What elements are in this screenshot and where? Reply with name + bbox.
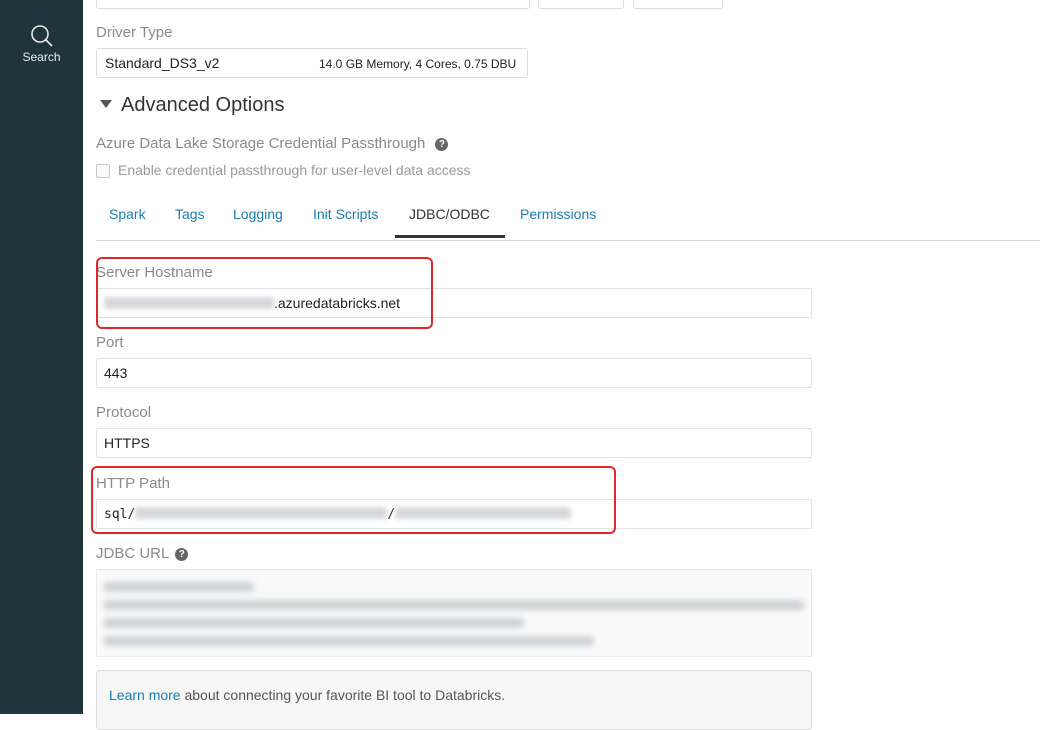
tab-spark[interactable]: Spark [109, 206, 146, 222]
passthrough-label: Azure Data Lake Storage Credential Passt… [96, 135, 426, 152]
protocol-label: Protocol [96, 404, 152, 421]
protocol-value: HTTPS [104, 435, 150, 451]
config-tabs: Spark Tags Logging Init Scripts JDBC/ODB… [96, 196, 1040, 241]
tab-logging[interactable]: Logging [233, 206, 283, 222]
worker-type-select[interactable] [96, 0, 530, 9]
bi-tools-info-text: about connecting your favorite BI tool t… [180, 687, 506, 703]
learn-more-link[interactable]: Learn more [109, 687, 181, 703]
port-field[interactable]: 443 [96, 358, 812, 388]
port-value: 443 [104, 365, 128, 381]
tab-tags[interactable]: Tags [175, 206, 205, 222]
help-icon[interactable]: ? [435, 138, 449, 151]
tab-init-scripts[interactable]: Init Scripts [313, 206, 378, 222]
jdbc-url-label-row: JDBC URL? [96, 545, 189, 562]
active-tab-indicator [395, 235, 505, 238]
cluster-config-panel: Driver Type Standard_DS3_v2 14.0 GB Memo… [83, 0, 1040, 730]
sidebar-search-button[interactable]: Search [0, 24, 83, 64]
driver-type-value: Standard_DS3_v2 [105, 55, 220, 71]
tab-jdbc-odbc[interactable]: JDBC/ODBC [409, 206, 490, 222]
sidebar: Search [0, 0, 83, 714]
search-icon [30, 25, 53, 47]
driver-type-specs: 14.0 GB Memory, 4 Cores, 0.75 DBU [319, 57, 517, 71]
bi-tools-info: Learn more about connecting your favorit… [96, 670, 812, 730]
passthrough-checkbox[interactable] [96, 164, 110, 178]
redacted-jdbc-line [104, 636, 594, 646]
redacted-jdbc-line [104, 600, 804, 610]
annotation-box-hostname [96, 257, 433, 329]
help-icon[interactable]: ? [175, 548, 189, 561]
max-workers-input[interactable] [633, 0, 723, 9]
passthrough-checkbox-label: Enable credential passthrough for user-l… [118, 162, 471, 178]
jdbc-url-label: JDBC URL [96, 545, 170, 562]
port-label: Port [96, 334, 124, 351]
protocol-field[interactable]: HTTPS [96, 428, 812, 458]
driver-type-select[interactable]: Standard_DS3_v2 14.0 GB Memory, 4 Cores,… [96, 48, 528, 78]
caret-down-icon [100, 100, 112, 108]
min-workers-input[interactable] [538, 0, 624, 9]
driver-type-label: Driver Type [96, 24, 173, 41]
jdbc-url-field[interactable] [96, 569, 812, 657]
redacted-jdbc-line [104, 618, 524, 628]
sidebar-search-label: Search [22, 50, 61, 64]
annotation-box-http-path [91, 466, 616, 534]
tab-permissions[interactable]: Permissions [520, 206, 596, 222]
passthrough-label-row: Azure Data Lake Storage Credential Passt… [96, 135, 449, 152]
advanced-options-title: Advanced Options [121, 94, 285, 116]
advanced-options-toggle[interactable]: Advanced Options [100, 94, 284, 117]
redacted-jdbc-line [104, 582, 254, 592]
